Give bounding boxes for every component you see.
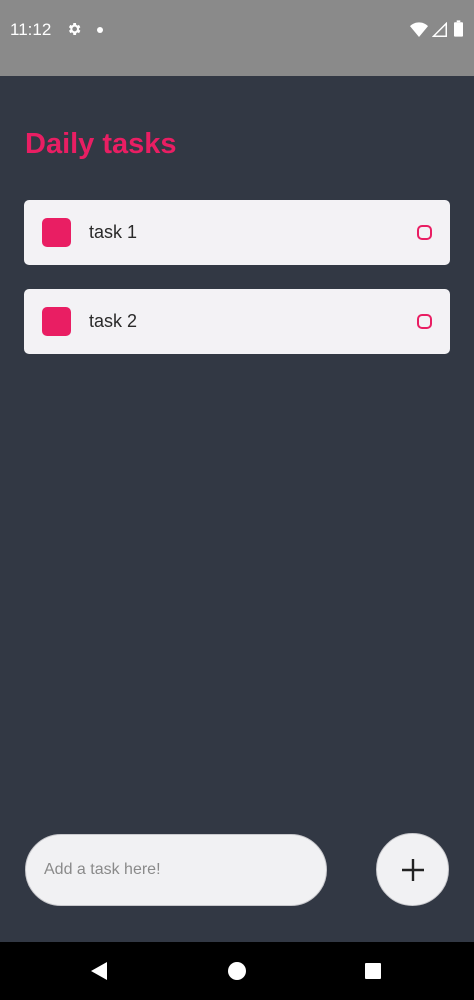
app-content: Daily tasks task 1 task 2 bbox=[0, 76, 474, 942]
task-checkbox[interactable] bbox=[417, 225, 432, 240]
battery-icon bbox=[454, 20, 463, 37]
task-label: task 2 bbox=[89, 311, 138, 331]
system-nav-bar bbox=[0, 942, 474, 1000]
back-icon[interactable] bbox=[90, 961, 108, 981]
add-task-button[interactable] bbox=[376, 833, 449, 906]
recents-icon[interactable] bbox=[365, 963, 381, 979]
task-label: task 1 bbox=[89, 222, 138, 242]
task-item[interactable]: task 1 bbox=[24, 200, 450, 265]
task-item[interactable]: task 2 bbox=[24, 289, 450, 354]
task-checkbox[interactable] bbox=[417, 314, 432, 329]
status-time: 11:12 bbox=[10, 20, 52, 39]
task-color-marker bbox=[42, 218, 71, 247]
task-color-marker bbox=[42, 307, 71, 336]
notification-dot-icon bbox=[97, 27, 103, 33]
gear-icon bbox=[68, 23, 81, 35]
wifi-icon bbox=[410, 22, 428, 37]
home-icon[interactable] bbox=[228, 962, 246, 980]
signal-icon bbox=[432, 22, 447, 37]
page-title: Daily tasks bbox=[25, 128, 177, 160]
status-bar: 11:12 bbox=[0, 0, 474, 76]
plus-icon bbox=[401, 858, 424, 881]
task-input[interactable] bbox=[25, 834, 327, 906]
